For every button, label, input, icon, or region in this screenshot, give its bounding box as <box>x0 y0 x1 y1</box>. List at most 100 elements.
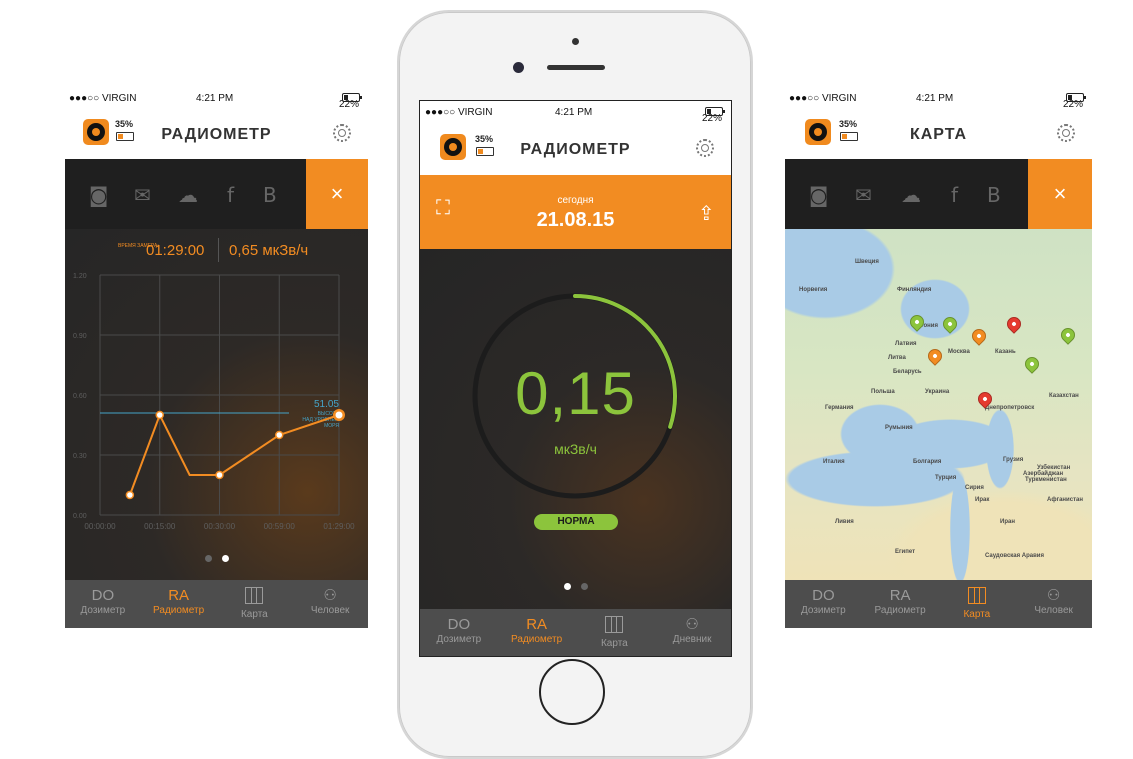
facebook-icon[interactable]: f <box>227 183 234 207</box>
y-tick-label: 1.20 <box>73 273 87 280</box>
map-pin-marker[interactable] <box>940 314 960 334</box>
page-dot-active[interactable] <box>563 583 571 590</box>
tab-map[interactable]: Карта <box>576 609 654 656</box>
date-bar: ⛶ сегодня 21.08.15 ⇪ <box>420 175 731 249</box>
page-dot-active[interactable] <box>221 555 229 562</box>
map-icon <box>967 587 986 604</box>
reference-value: 51.05 <box>314 399 339 410</box>
page-dot[interactable] <box>580 583 588 590</box>
share-icon[interactable]: ⇪ <box>698 201 715 226</box>
tab-radiometer[interactable]: RA Радиометр <box>498 609 576 656</box>
map-label: Польша <box>871 389 895 395</box>
map-label: Украина <box>925 389 950 395</box>
clock-label: 4:21 PM <box>916 93 954 104</box>
battery-icon <box>1066 93 1086 102</box>
speaker-grille <box>547 65 605 70</box>
email-icon[interactable]: ✉ <box>855 183 872 207</box>
x-tick-label: 00:59:00 <box>264 522 296 531</box>
twitter-icon[interactable]: ☁ <box>178 183 198 207</box>
x-tick-label: 01:29:00 <box>323 522 355 531</box>
carrier-label: ●●●○○ VIRGIN <box>69 93 137 104</box>
camera-icon[interactable]: ◙ <box>809 183 828 207</box>
tab-map[interactable]: Карта <box>939 580 1016 628</box>
vk-icon[interactable]: B <box>263 183 277 207</box>
line-chart: 1.20 0.90 0.60 0.30 0.00 00:00:00 00:15:00 00:3… <box>73 273 355 531</box>
y-tick-label: 0.90 <box>73 333 87 340</box>
map-label: Египет <box>895 549 916 555</box>
tab-bar: DO Дозиметр RA Радиометр Карта ⚇ Человек <box>785 580 1092 628</box>
tab-radiometer[interactable]: RA Радиометр <box>862 580 939 628</box>
tab-radiometer[interactable]: RA Радиометр <box>141 580 217 628</box>
map-view[interactable]: Норвегия Финляндия Швеция Эстония Латвия Литв… <box>785 229 1092 580</box>
page-dot[interactable] <box>204 555 212 562</box>
y-tick-label: 0.00 <box>73 513 87 520</box>
tab-person[interactable]: ⚇ Человек <box>1015 580 1092 628</box>
status-badge: НОРМА <box>534 514 618 530</box>
map-label: Ирак <box>975 497 990 503</box>
map-icon <box>605 616 624 633</box>
tab-bar: DO Дозиметр RA Радиометр Карта ⚇ Человек <box>65 580 368 628</box>
map-label: Иран <box>1000 519 1015 525</box>
map-label: Казахстан <box>1049 393 1079 399</box>
center-screen: ●●●○○ VIRGIN 4:21 PM 22% 35% РАДИОМЕТР ⛶… <box>419 100 732 657</box>
gear-icon[interactable] <box>333 124 351 142</box>
left-screen: ●●●○○ VIRGIN 4:21 PM 22% 35% РАДИОМЕТР ◙… <box>65 87 368 628</box>
map-pin-marker[interactable] <box>925 346 945 366</box>
date-value: 21.08.15 <box>536 209 615 231</box>
map-label: Ливия <box>835 519 854 525</box>
tab-dosimeter[interactable]: DO Дозиметр <box>420 609 498 656</box>
facebook-icon[interactable]: f <box>951 183 958 207</box>
map-label: Москва <box>948 349 970 355</box>
data-point <box>125 490 135 500</box>
carrier-label: ●●●○○ VIRGIN <box>425 107 493 118</box>
gauge-panel: 0,15 мкЗв/ч НОРМА <box>420 249 731 609</box>
x-tick-label: 00:15:00 <box>144 522 176 531</box>
camera-icon[interactable]: ◙ <box>89 183 108 207</box>
map-label: Румыния <box>885 425 913 431</box>
reference-caption: МОРЯ <box>324 423 339 429</box>
tab-bar: DO Дозиметр RA Радиометр Карта ⚇ Дневник <box>420 609 731 656</box>
map-label: Сирия <box>965 485 984 491</box>
tab-person[interactable]: ⚇ Человек <box>292 580 368 628</box>
home-button[interactable] <box>539 659 605 725</box>
y-tick-label: 0.60 <box>73 393 87 400</box>
map-label: Латвия <box>895 341 917 347</box>
close-share-button[interactable]: × <box>1028 159 1092 229</box>
status-bar: ●●●○○ VIRGIN 4:21 PM 22% <box>420 101 731 124</box>
status-bar: ●●●○○ VIRGIN 4:21 PM 22% <box>785 87 1092 110</box>
page-title: РАДИОМЕТР <box>161 126 272 143</box>
right-screen: ●●●○○ VIRGIN 4:21 PM 22% 35% КАРТА ◙ ✉ ☁… <box>785 87 1092 628</box>
divider <box>218 238 219 262</box>
tab-dosimeter[interactable]: DO Дозиметр <box>785 580 862 628</box>
tab-map[interactable]: Карта <box>217 580 293 628</box>
map-label: Афганистан <box>1047 497 1083 503</box>
map-pin-marker[interactable] <box>969 326 989 346</box>
map-pin-marker[interactable] <box>1058 325 1078 345</box>
twitter-icon[interactable]: ☁ <box>901 183 921 207</box>
status-bar: ●●●○○ VIRGIN 4:21 PM 22% <box>65 87 368 110</box>
gear-icon[interactable] <box>696 139 714 157</box>
clock-label: 4:21 PM <box>555 107 593 118</box>
email-icon[interactable]: ✉ <box>134 183 151 207</box>
page-title: КАРТА <box>909 126 968 143</box>
map-label: Норвегия <box>799 287 828 293</box>
data-point-center <box>335 411 343 419</box>
map-label: Италия <box>823 459 845 465</box>
map-pin-marker[interactable] <box>1004 314 1024 334</box>
gear-icon[interactable] <box>1057 124 1075 142</box>
map-label: Болгария <box>913 459 942 465</box>
tab-dosimeter[interactable]: DO Дозиметр <box>65 580 141 628</box>
map-label: Грузия <box>1003 457 1024 463</box>
map-label: Турция <box>935 475 957 481</box>
close-share-button[interactable]: × <box>306 159 368 229</box>
camera-lens <box>513 62 524 73</box>
app-header: 35% КАРТА <box>785 109 1092 159</box>
battery-icon <box>705 107 725 116</box>
page-dots <box>65 549 368 567</box>
vk-icon[interactable]: B <box>987 183 1001 207</box>
tab-diary[interactable]: ⚇ Дневник <box>653 609 731 656</box>
map-pin-marker[interactable] <box>1022 354 1042 374</box>
map-label: Финляндия <box>897 287 932 293</box>
y-tick-label: 0.30 <box>73 453 87 460</box>
map-label: Германия <box>825 405 854 411</box>
